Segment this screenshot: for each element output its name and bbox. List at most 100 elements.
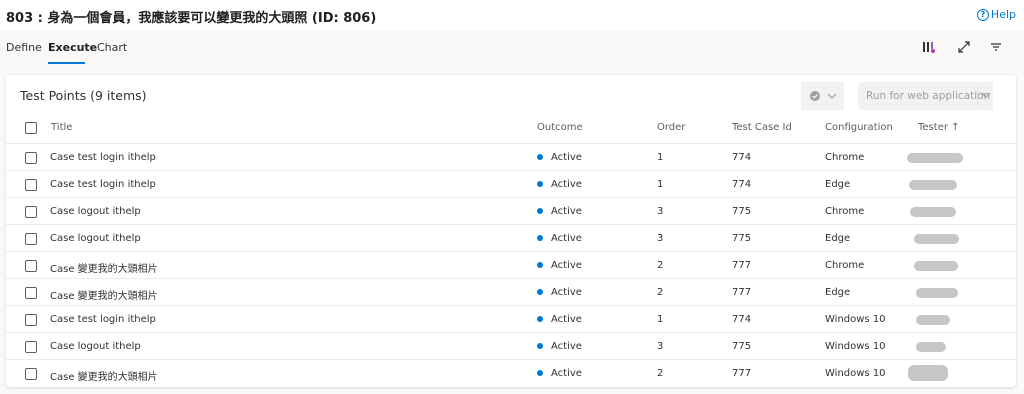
row-order: 3	[657, 206, 664, 217]
filter-icon[interactable]	[989, 40, 1003, 54]
redacted-tester	[908, 365, 948, 381]
column-header-order[interactable]: Order	[657, 122, 685, 133]
chevron-down-icon	[827, 93, 837, 99]
table-row[interactable]: Case logout ithelp Active 3 775 Edge	[6, 224, 1016, 252]
row-order: 2	[657, 287, 664, 298]
test-points-card: Test Points (9 items) Run for web applic…	[6, 75, 1016, 387]
row-checkbox[interactable]	[25, 341, 37, 353]
tab-bar: Define Execute Chart	[0, 30, 1024, 64]
row-configuration: Edge	[825, 179, 851, 190]
active-status-dot	[537, 262, 543, 268]
active-status-dot	[537, 235, 543, 241]
row-order: 2	[657, 260, 664, 271]
row-test-case-id: 777	[732, 368, 752, 379]
table-row[interactable]: Case test login ithelp Active 1 774 Wind…	[6, 305, 1016, 333]
active-status-dot	[537, 208, 543, 214]
bar-chart-settings-icon[interactable]	[922, 40, 936, 54]
row-outcome: Active	[551, 233, 582, 244]
row-test-case-id: 775	[732, 341, 752, 352]
row-configuration: Windows 10	[825, 341, 886, 352]
active-status-dot	[537, 370, 543, 376]
row-configuration: Windows 10	[825, 368, 886, 379]
tab-chart[interactable]: Chart	[97, 41, 127, 54]
check-circle-icon	[810, 91, 820, 101]
row-title: Case 變更我的大頭相片	[50, 291, 158, 302]
row-checkbox[interactable]	[25, 179, 37, 191]
row-title: Case logout ithelp	[50, 341, 141, 352]
row-title: Case 變更我的大頭相片	[50, 372, 158, 383]
table-row[interactable]: Case 變更我的大頭相片 Active 2 777 Chrome	[6, 251, 1016, 279]
row-title: Case logout ithelp	[50, 233, 141, 244]
table-row[interactable]: Case logout ithelp Active 3 775 Windows …	[6, 332, 1016, 360]
help-link[interactable]: ? Help	[976, 8, 1016, 21]
row-test-case-id: 775	[732, 206, 752, 217]
tab-execute[interactable]: Execute	[48, 41, 97, 54]
select-all-checkbox[interactable]	[25, 122, 37, 134]
active-status-dot	[537, 343, 543, 349]
mark-outcome-button[interactable]	[801, 82, 844, 110]
row-outcome: Active	[551, 287, 582, 298]
selected-tab-indicator	[48, 62, 85, 64]
run-button-label: Run for web application	[866, 90, 991, 102]
row-checkbox[interactable]	[25, 206, 37, 218]
active-status-dot	[537, 181, 543, 187]
row-title: Case 變更我的大頭相片	[50, 264, 158, 275]
redacted-tester	[914, 234, 959, 244]
row-checkbox[interactable]	[25, 314, 37, 326]
redacted-tester	[916, 342, 946, 352]
row-checkbox[interactable]	[25, 287, 37, 299]
row-title: Case test login ithelp	[50, 314, 156, 325]
row-title: Case test login ithelp	[50, 179, 156, 190]
row-checkbox[interactable]	[25, 233, 37, 245]
page-title: 803 : 身為一個會員，我應該要可以變更我的大頭照 (ID: 806)	[6, 11, 377, 26]
table-row[interactable]: Case 變更我的大頭相片 Active 2 777 Windows 10	[6, 359, 1016, 387]
row-test-case-id: 774	[732, 179, 752, 190]
row-configuration: Chrome	[825, 152, 865, 163]
row-outcome: Active	[551, 260, 582, 271]
table-row[interactable]: Case test login ithelp Active 1 774 Edge	[6, 170, 1016, 198]
redacted-tester	[907, 153, 963, 163]
row-test-case-id: 775	[732, 233, 752, 244]
help-label: Help	[990, 8, 1016, 21]
redacted-tester	[916, 288, 958, 298]
active-status-dot	[537, 154, 543, 160]
row-test-case-id: 774	[732, 314, 752, 325]
column-header-outcome[interactable]: Outcome	[537, 122, 583, 133]
run-for-web-application-button[interactable]: Run for web application	[858, 82, 993, 110]
row-test-case-id: 774	[732, 152, 752, 163]
active-status-dot	[537, 316, 543, 322]
question-icon: ?	[976, 8, 989, 21]
test-plan-page: 803 : 身為一個會員，我應該要可以變更我的大頭照 (ID: 806) ? H…	[0, 0, 1024, 394]
row-title: Case logout ithelp	[50, 206, 141, 217]
column-header-test-case-id[interactable]: Test Case Id	[732, 122, 792, 133]
row-outcome: Active	[551, 341, 582, 352]
row-order: 3	[657, 341, 664, 352]
row-configuration: Edge	[825, 287, 851, 298]
redacted-tester	[909, 180, 957, 190]
column-header-title[interactable]: Title	[51, 122, 72, 133]
row-title: Case test login ithelp	[50, 152, 156, 163]
table-row[interactable]: Case 變更我的大頭相片 Active 2 777 Edge	[6, 278, 1016, 306]
table-row[interactable]: Case test login ithelp Active 1 774 Chro…	[6, 143, 1016, 171]
row-order: 1	[657, 179, 664, 190]
tab-define[interactable]: Define	[6, 41, 42, 54]
row-configuration: Edge	[825, 233, 851, 244]
row-order: 1	[657, 314, 664, 325]
column-header-tester[interactable]: Tester ↑	[918, 122, 960, 133]
row-configuration: Windows 10	[825, 314, 886, 325]
row-checkbox[interactable]	[25, 368, 37, 380]
redacted-tester	[914, 261, 958, 271]
expand-icon[interactable]	[957, 40, 971, 54]
row-checkbox[interactable]	[25, 152, 37, 164]
active-status-dot	[537, 289, 543, 295]
column-header-configuration[interactable]: Configuration	[825, 122, 893, 133]
chevron-down-icon[interactable]	[981, 90, 991, 100]
table-row[interactable]: Case logout ithelp Active 3 775 Chrome	[6, 197, 1016, 225]
redacted-tester	[916, 315, 950, 325]
redacted-tester	[910, 207, 956, 217]
row-checkbox[interactable]	[25, 260, 37, 272]
test-points-title: Test Points (9 items)	[20, 88, 147, 103]
row-configuration: Chrome	[825, 206, 865, 217]
row-order: 2	[657, 368, 664, 379]
header-bar: 803 : 身為一個會員，我應該要可以變更我的大頭照 (ID: 806) ? H…	[0, 0, 1024, 30]
